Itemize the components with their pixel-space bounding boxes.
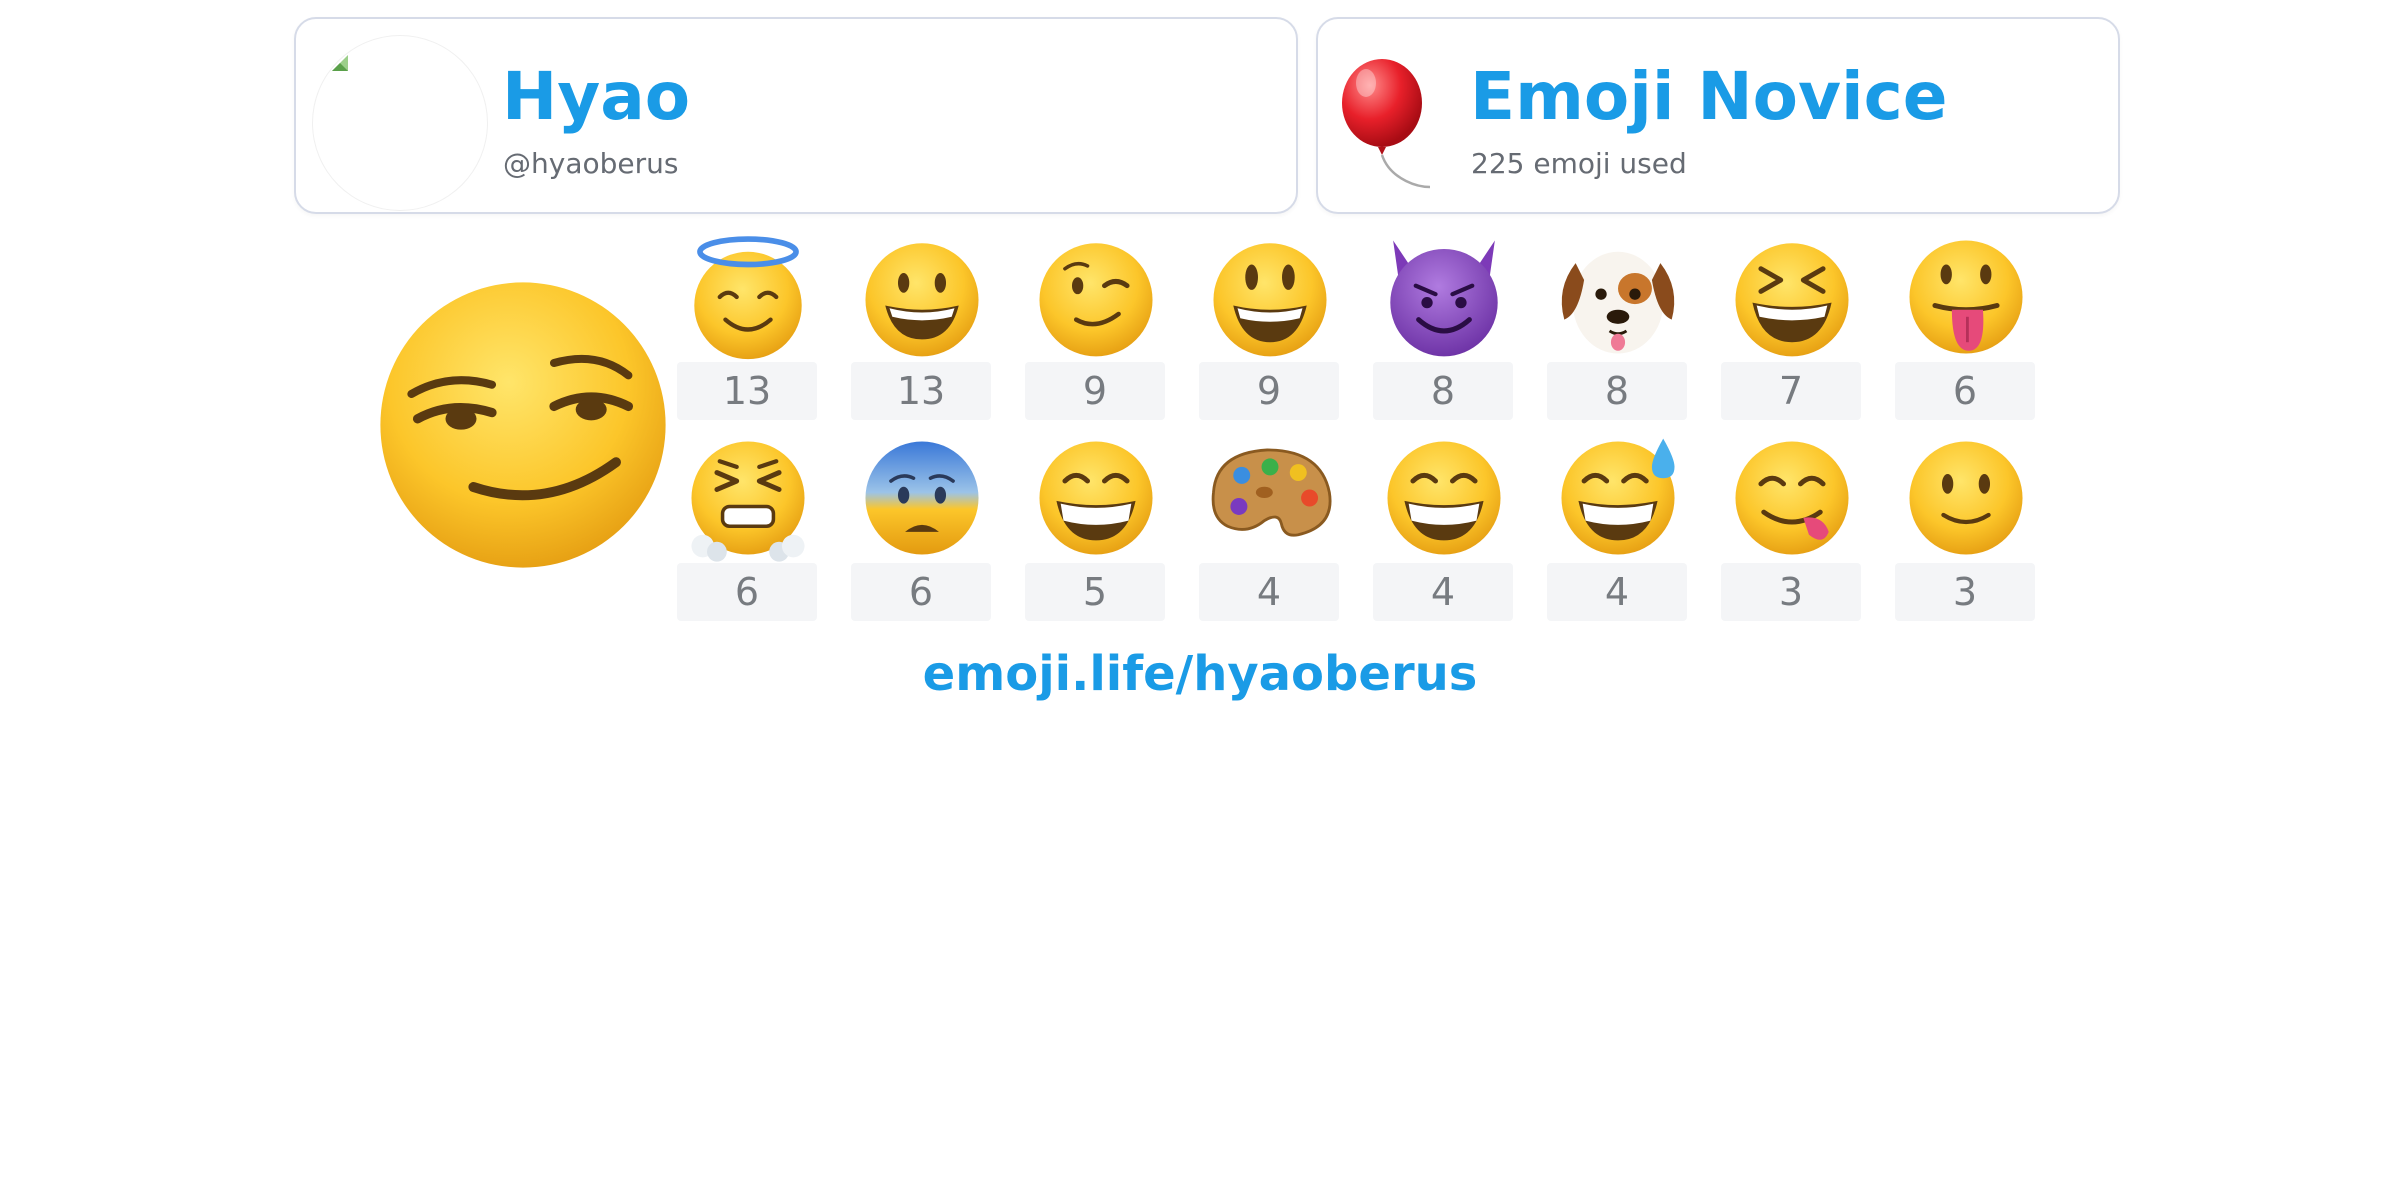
emoji-count: 4	[1199, 563, 1339, 621]
emoji-count: 9	[1199, 362, 1339, 420]
emoji-stat[interactable]: 5	[1025, 433, 1167, 621]
emoji-count: 3	[1721, 563, 1861, 621]
emoji-stat[interactable]: 4	[1373, 433, 1515, 621]
emoji-count: 8	[1373, 362, 1513, 420]
profile-card: Hyao @hyaoberus	[294, 17, 1298, 214]
emoji-stat[interactable]: 8	[1547, 232, 1689, 420]
emoji-count: 8	[1547, 362, 1687, 420]
emoji-count: 4	[1547, 563, 1687, 621]
smirking-face-emoji	[380, 282, 666, 568]
face-with-tongue-emoji	[1909, 240, 2023, 354]
emoji-count: 6	[677, 563, 817, 621]
emoji-stat[interactable]: 13	[851, 232, 993, 420]
emoji-count: 5	[1025, 563, 1165, 621]
emoji-count: 6	[851, 563, 991, 621]
level-card: Emoji Novice 225 emoji used	[1316, 17, 2120, 214]
profile-link[interactable]: emoji.life/hyaoberus	[0, 646, 2400, 702]
grinning-face-emoji	[865, 243, 979, 357]
avatar[interactable]	[312, 35, 488, 211]
grinning-face-with-sweat-emoji	[1561, 438, 1675, 555]
emoji-stat[interactable]: 3	[1895, 433, 2037, 621]
emoji-count: 6	[1895, 362, 2035, 420]
emoji-stat[interactable]: 7	[1721, 232, 1863, 420]
emoji-stat[interactable]: 6	[677, 433, 819, 621]
level-title: Emoji Novice	[1470, 58, 1948, 135]
broken-image-icon	[332, 55, 348, 71]
emoji-stat[interactable]: 3	[1721, 433, 1863, 621]
emoji-stat[interactable]: 13	[677, 232, 819, 420]
winking-face-emoji	[1039, 243, 1153, 357]
beaming-face-emoji	[1039, 441, 1153, 555]
dog-face-emoji	[1561, 251, 1675, 354]
emoji-stat[interactable]: 6	[1895, 232, 2037, 420]
emoji-count: 7	[1721, 362, 1861, 420]
emoji-count: 13	[677, 362, 817, 420]
emoji-count: 9	[1025, 362, 1165, 420]
profile-name: Hyao	[502, 58, 691, 135]
emoji-count: 13	[851, 362, 991, 420]
slightly-smiling-face-emoji	[1909, 441, 2023, 555]
emoji-stat[interactable]: 6	[851, 433, 993, 621]
beaming-face-emoji	[1387, 441, 1501, 555]
emoji-used-count: 225 emoji used	[1471, 147, 1687, 180]
emoji-profile-page: Hyao @hyaoberus Emoji Novice 225 emoji u…	[0, 0, 2400, 1200]
grinning-face-with-big-eyes-emoji	[1213, 243, 1327, 357]
emoji-count: 3	[1895, 563, 2035, 621]
face-savoring-food-emoji	[1735, 441, 1849, 555]
emoji-stat[interactable]: 4	[1199, 433, 1341, 621]
balloon-icon	[1342, 59, 1431, 189]
emoji-count: 4	[1373, 563, 1513, 621]
artist-palette-emoji	[1211, 448, 1332, 537]
emoji-stat[interactable]: 9	[1025, 232, 1167, 420]
emoji-stat[interactable]: 8	[1373, 232, 1515, 420]
grinning-squinting-face-emoji	[1735, 243, 1849, 357]
emoji-stat[interactable]: 4	[1547, 433, 1689, 621]
emoji-stat[interactable]: 9	[1199, 232, 1341, 420]
face-with-steam-from-nose-emoji	[691, 441, 805, 562]
smiling-face-with-horns-emoji	[1390, 240, 1498, 357]
anxious-face-emoji	[865, 441, 979, 555]
profile-handle: @hyaoberus	[503, 147, 679, 180]
smiling-face-with-halo-emoji	[694, 236, 802, 360]
